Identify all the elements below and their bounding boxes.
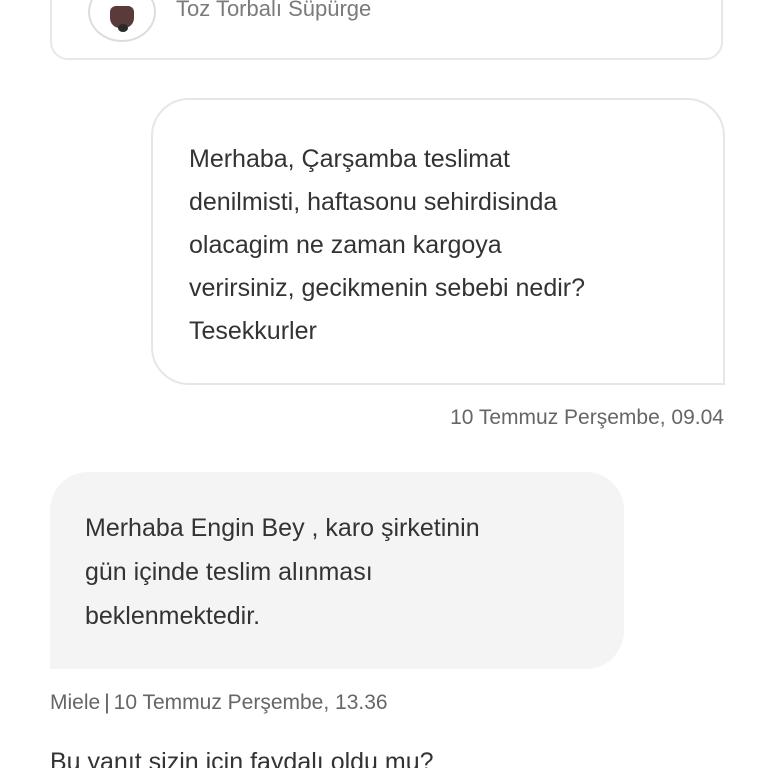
received-message-text: Merhaba Engin Bey , karo şirketinin gün … (85, 514, 480, 630)
received-message-bubble: Merhaba Engin Bey , karo şirketinin gün … (50, 472, 624, 669)
received-message-meta: Miele | 10 Temmuz Perşembe, 13.36 (50, 691, 388, 715)
vacuum-wheel (118, 24, 128, 32)
sent-message-text: Merhaba, Çarşamba teslimat denilmisti, h… (189, 145, 586, 345)
vacuum-cleaner-icon (88, 0, 156, 42)
feedback-question: Bu yanıt sizin için faydalı oldu mu? (50, 748, 434, 768)
meta-separator: | (104, 691, 110, 714)
product-card[interactable]: Toz Torbalı Süpürge (50, 0, 723, 60)
sender-name: Miele (50, 691, 101, 714)
sent-message-timestamp: 10 Temmuz Perşembe, 09.04 (450, 406, 724, 429)
sent-message-bubble: Merhaba, Çarşamba teslimat denilmisti, h… (151, 98, 725, 385)
chat-page: Toz Torbalı Süpürge Merhaba, Çarşamba te… (0, 0, 768, 768)
received-message-timestamp: 10 Temmuz Perşembe, 13.36 (113, 691, 388, 714)
product-name: Toz Torbalı Süpürge (176, 0, 372, 21)
